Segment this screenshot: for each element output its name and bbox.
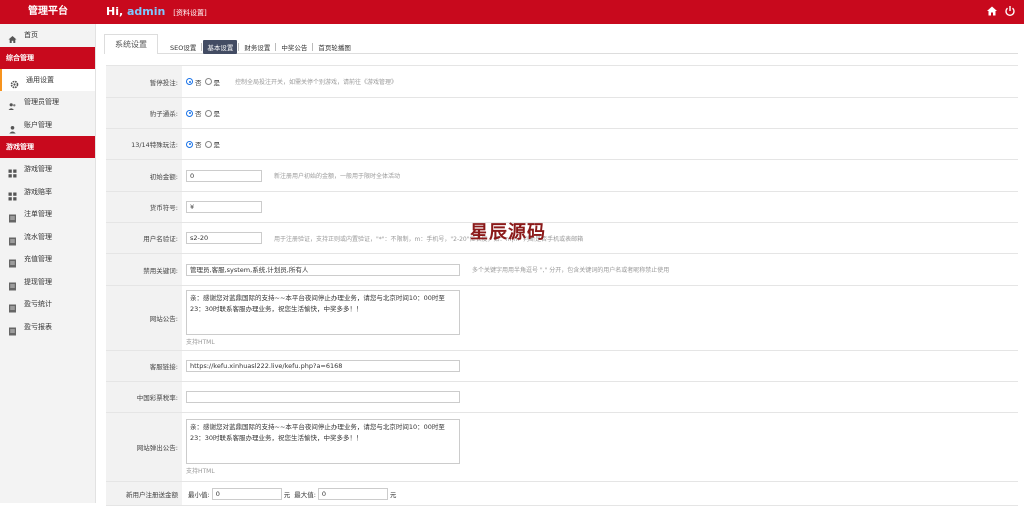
label-username-rule: 用户名验证: (106, 223, 182, 253)
label-popup-notice: 网站弹出公告: (106, 413, 182, 481)
label-pause-betting: 暂停投注: (106, 66, 182, 97)
row-new-user-bonus: 新用户注册送金额 最小值: 0 元 最大值: 0 元 (106, 482, 1018, 506)
radio-leopard-yes[interactable]: 是 (204, 108, 220, 118)
radio-pause-no[interactable]: 否 (186, 77, 202, 87)
sidebar-item-profit-stats[interactable]: 盈亏统计 (0, 293, 95, 316)
row-currency: 货币符号: ¥ (106, 192, 1018, 223)
subtab-winning-notice[interactable]: 中奖公告 (277, 40, 311, 54)
label-leopard: 豹子通杀: (106, 98, 182, 128)
sidebar: 首页 综合管理 通用设置 管理员管理 账户管理 游戏管理 游戏管理 游戏赔率 注… (0, 24, 96, 503)
user-icon (8, 121, 17, 133)
grid-icon (8, 165, 17, 178)
gear-icon (10, 76, 19, 88)
radio-special-no[interactable]: 否 (186, 139, 202, 149)
min-value-input[interactable]: 0 (211, 487, 282, 500)
tab-system-settings[interactable]: 系统设置 (104, 34, 158, 54)
sidebar-item-withdraw-manage[interactable]: 提现管理 (0, 271, 95, 294)
initial-amount-input[interactable]: 0 (186, 169, 262, 182)
row-lottery-tax: 中国彩票税率: (106, 382, 1018, 413)
radio-special-yes[interactable]: 是 (204, 139, 220, 149)
greeting: Hi, admin [资料设置] (106, 0, 207, 24)
profile-settings-link[interactable]: [资料设置] (173, 9, 206, 17)
sidebar-item-flow-manage[interactable]: 流水管理 (0, 226, 95, 249)
label-special-play: 13/14特殊玩法: (106, 129, 182, 159)
label-currency: 货币符号: (106, 192, 182, 222)
sidebar-item-recharge-manage[interactable]: 充值管理 (0, 248, 95, 271)
top-bar: 管理平台 Hi, admin [资料设置] (0, 0, 1024, 24)
min-value-label: 最小值: (188, 490, 210, 499)
row-special-play: 13/14特殊玩法: 否 是 (106, 129, 1018, 160)
radio-pause-yes[interactable]: 是 (204, 77, 220, 87)
row-service-link: 客服链接: https://kefu.xinhuasl222.live/kefu… (106, 351, 1018, 382)
sidebar-item-account-manage[interactable]: 账户管理 (0, 114, 95, 137)
row-pause-betting: 暂停投注: 否 是 控制全局投注开关，如需关停个别游戏，请前往《游戏管理》 (106, 66, 1018, 98)
doc-icon (8, 323, 17, 335)
row-site-notice: 网站公告: 亲：感谢您对蓝鼎国际的支持~~本平台夜间停止办理业务，请您与北京时间… (106, 286, 1018, 351)
sidebar-group-games[interactable]: 游戏管理 (0, 136, 95, 158)
label-new-user-bonus: 新用户注册送金额 (106, 482, 182, 505)
grid-icon (8, 188, 17, 200)
sidebar-item-bet-manage[interactable]: 注单管理 (0, 203, 95, 226)
row-popup-notice: 网站弹出公告: 亲：感谢您对蓝鼎国际的支持~~本平台夜间停止办理业务，请您与北京… (106, 413, 1018, 482)
doc-icon (8, 233, 17, 245)
label-banned-keywords: 禁用关键词: (106, 254, 182, 285)
sidebar-item-profit-report[interactable]: 盈亏报表 (0, 316, 95, 339)
sidebar-item-home[interactable]: 首页 (0, 24, 95, 47)
sidebar-item-game-odds[interactable]: 游戏赔率 (0, 181, 95, 204)
home-icon[interactable] (986, 5, 998, 17)
popup-notice-support-html: 支持HTML (186, 468, 215, 475)
brand-title: 管理平台 (28, 6, 68, 17)
max-value-label: 最大值: (294, 490, 316, 499)
subtab-bar: SEO设置 基本设置 财务设置 中奖公告 首页轮播图 (166, 40, 355, 54)
watermark-text: 星辰源码 (470, 222, 546, 243)
hint-initial-amount: 新注册用户初始的金额，一般用于限时全体活动 (274, 173, 401, 180)
users-icon (8, 98, 17, 110)
subtab-seo[interactable]: SEO设置 (166, 40, 200, 54)
doc-icon (8, 300, 17, 313)
label-site-notice: 网站公告: (106, 286, 182, 350)
max-unit: 元 (389, 490, 397, 499)
currency-input[interactable]: ¥ (186, 201, 262, 213)
sidebar-item-game-manage[interactable]: 游戏管理 (0, 158, 95, 181)
label-lottery-tax: 中国彩票税率: (106, 382, 182, 412)
lottery-tax-input[interactable] (186, 391, 460, 403)
main-content: 系统设置 SEO设置 基本设置 财务设置 中奖公告 首页轮播图 暂停投注: 否 … (104, 32, 1018, 506)
greeting-prefix: Hi, (106, 5, 124, 18)
doc-icon (8, 278, 17, 290)
banned-keywords-input[interactable]: 管理员,客服,system,系统,计划员,所有人 (186, 263, 460, 276)
username-rule-input[interactable]: s2-20 (186, 232, 262, 244)
sidebar-group-general[interactable]: 综合管理 (0, 46, 95, 69)
label-service-link: 客服链接: (106, 351, 182, 381)
username: admin (127, 5, 166, 18)
settings-form: 暂停投注: 否 是 控制全局投注开关，如需关停个别游戏，请前往《游戏管理》 豹子… (106, 65, 1018, 506)
sidebar-item-general-settings[interactable]: 通用设置 (0, 68, 95, 91)
hint-banned-keywords: 多个关键字用用半角逗号 "," 分开，包含关键词的用户名或者昵称禁止使用 (472, 267, 670, 274)
max-value-input[interactable]: 0 (317, 487, 388, 500)
row-leopard: 豹子通杀: 否 是 (106, 98, 1018, 129)
label-initial-amount: 初始金额: (106, 160, 182, 191)
subtab-basic[interactable]: 基本设置 (203, 40, 238, 54)
popup-notice-textarea[interactable]: 亲：感谢您对蓝鼎国际的支持~~本平台夜间停止办理业务，请您与北京时间10：00时… (186, 419, 460, 464)
home-icon (8, 31, 17, 43)
radio-leopard-no[interactable]: 否 (186, 108, 202, 118)
power-icon[interactable] (1004, 5, 1016, 17)
row-username-rule: 用户名验证: s2-20 用于注册验证，支持正则或内置验证，"*"：不限制，m：… (106, 223, 1018, 254)
site-notice-support-html: 支持HTML (186, 339, 215, 346)
service-link-input[interactable]: https://kefu.xinhuasl222.live/kefu.php?a… (186, 360, 460, 372)
subtab-home-carousel[interactable]: 首页轮播图 (314, 40, 355, 54)
doc-icon (8, 255, 17, 268)
tab-bar: 系统设置 SEO设置 基本设置 财务设置 中奖公告 首页轮播图 (104, 32, 1018, 54)
subtab-finance[interactable]: 财务设置 (240, 40, 274, 54)
doc-icon (8, 210, 17, 223)
row-initial-amount: 初始金额: 0 新注册用户初始的金额，一般用于限时全体活动 (106, 160, 1018, 192)
site-notice-textarea[interactable]: 亲：感谢您对蓝鼎国际的支持~~本平台夜间停止办理业务，请您与北京时间10：00时… (186, 290, 460, 335)
row-banned-keywords: 禁用关键词: 管理员,客服,system,系统,计划员,所有人 多个关键字用用半… (106, 254, 1018, 286)
min-unit: 元 (283, 490, 291, 499)
sidebar-item-admin-manage[interactable]: 管理员管理 (0, 91, 95, 114)
hint-pause-betting: 控制全局投注开关，如需关停个别游戏，请前往《游戏管理》 (235, 79, 398, 86)
